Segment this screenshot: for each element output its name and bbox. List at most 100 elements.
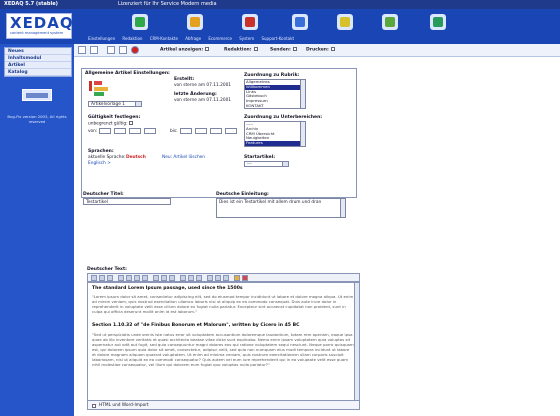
- sidebar-item-artikel[interactable]: Artikel: [5, 62, 71, 69]
- module-icon-bar: [112, 14, 552, 32]
- englisch-link[interactable]: Englisch >: [88, 161, 111, 166]
- new-icon[interactable]: [78, 46, 86, 54]
- senden-checkbox[interactable]: [292, 47, 297, 51]
- template-select[interactable]: Artikelvorlage 1: [88, 101, 142, 107]
- align-left-icon[interactable]: [180, 275, 186, 281]
- sidebar-item-inhaltsmodul[interactable]: Inhaltsmodul: [5, 55, 71, 62]
- editor-content[interactable]: The standard Lorem Ipsum passage, used s…: [87, 282, 360, 410]
- module-nav-item[interactable]: System: [239, 36, 254, 41]
- module-nav-item[interactable]: Ecommerce: [208, 36, 232, 41]
- delete-icon[interactable]: [131, 46, 139, 54]
- module-nav-item[interactable]: Redaktion: [122, 36, 142, 41]
- bis-day-input[interactable]: [180, 128, 192, 134]
- einleitung-scrollbar[interactable]: [340, 199, 345, 217]
- unbegrenzt-label: unbegrenzt gültig:: [88, 121, 133, 127]
- image-icon[interactable]: [134, 275, 140, 281]
- editor-paragraph-2: "Sed ut perspiciatis unde omnis iste nat…: [92, 332, 354, 367]
- artikel-anzeigen-checkbox[interactable]: [205, 47, 210, 51]
- aenderung-label: letzte Änderung:: [174, 92, 217, 97]
- abfrage-icon[interactable]: [292, 14, 308, 30]
- open-icon[interactable]: [90, 46, 98, 54]
- redo-icon[interactable]: [126, 275, 132, 281]
- module-nav-item[interactable]: Support-Kontakt: [261, 36, 294, 41]
- editor-heading-2: Section 1.10.32 of "de Finibus Bonorum e…: [92, 323, 300, 328]
- einstellungen-icon[interactable]: [132, 14, 148, 30]
- align-right-icon[interactable]: [196, 275, 202, 281]
- text-color-icon[interactable]: [234, 275, 240, 281]
- main-content: Artikel anzeigen: Redaktion: Senden: Dru…: [74, 44, 560, 416]
- copy-icon[interactable]: [119, 46, 127, 54]
- unbegrenzt-checkbox[interactable]: [128, 121, 133, 125]
- startartikel-select[interactable]: ---: [244, 161, 289, 167]
- bis-time-input[interactable]: [225, 128, 237, 134]
- gueltigkeit-label: Gültigkeit festlegen:: [88, 115, 141, 120]
- table-icon[interactable]: [142, 275, 148, 281]
- unterbereich-option-selected[interactable]: Features: [245, 140, 305, 146]
- copy-icon[interactable]: [99, 275, 105, 281]
- underline-icon[interactable]: [169, 275, 175, 281]
- sidebar-nav: Neues Inhaltsmodul Artikel Katalog: [4, 47, 72, 77]
- deutscher-titel-input[interactable]: Testartikel: [83, 198, 171, 205]
- von-year-input[interactable]: [129, 128, 141, 134]
- module-nav-item[interactable]: Einstellungen: [88, 36, 115, 41]
- sidebar-item-neues[interactable]: Neues: [5, 48, 71, 55]
- sidebar: Neues Inhaltsmodul Artikel Katalog Bug-F…: [0, 44, 74, 416]
- html-import-checkbox[interactable]: [92, 403, 96, 408]
- template-preview-icon: [89, 81, 92, 91]
- rubrik-option[interactable]: KONTAKT: [245, 103, 305, 109]
- ordered-list-icon[interactable]: [207, 275, 213, 281]
- editor-paragraph-1: "Lorem ipsum dolor sit amet, consectetur…: [92, 294, 354, 314]
- logo-subtitle: content management system: [10, 31, 64, 35]
- rubrik-listbox[interactable]: Allgemeines Willkommen Links Gästebuch I…: [244, 79, 306, 109]
- copyright-text: Bug-Fix version 2003, All rights reserve…: [7, 114, 67, 124]
- editor-footer: HTML und Word-Import: [88, 400, 359, 409]
- unterbereiche-listbox[interactable]: ----- Archiv CRM Übersicht Neuigkeiten F…: [244, 121, 306, 147]
- deutsche-einleitung-label: Deutsche Einleitung:: [216, 192, 269, 197]
- license-label: Lizenziert für Ihr Service Modern media: [118, 1, 217, 7]
- aenderung-value: von sterne am 07.11.2001: [174, 98, 232, 103]
- bis-month-input[interactable]: [195, 128, 207, 134]
- drucken-checkbox[interactable]: [330, 47, 335, 51]
- save-icon[interactable]: [107, 46, 115, 54]
- deutscher-titel-value: Testartikel: [86, 199, 108, 205]
- system-icon[interactable]: [382, 14, 398, 30]
- startartikel-label: Startartikel:: [244, 155, 276, 160]
- module-nav: Einstellungen Redaktion CRM-Kontakte Abf…: [88, 36, 558, 42]
- template-preview-bar: [94, 87, 108, 91]
- deutsche-einleitung-value: Dies ist ein Testartikel mit allem drum …: [219, 200, 322, 205]
- highlight-icon[interactable]: [242, 275, 248, 281]
- unterbereiche-scrollbar[interactable]: [300, 122, 305, 146]
- von-time-input[interactable]: [144, 128, 156, 134]
- settings-panel: Allgemeine Artikel Einstellungen: Artike…: [81, 68, 357, 198]
- undo-icon[interactable]: [118, 275, 124, 281]
- bis-year-input[interactable]: [210, 128, 222, 134]
- unordered-list-icon[interactable]: [215, 275, 221, 281]
- toolbar: Artikel anzeigen: Redaktion: Senden: Dru…: [74, 44, 560, 57]
- erstellt-value: von sterne am 07.11.2001: [174, 83, 232, 88]
- module-nav-item[interactable]: Abfrage: [185, 36, 201, 41]
- paste-icon[interactable]: [107, 275, 113, 281]
- deutsche-einleitung-textarea[interactable]: Dies ist ein Testartikel mit allem drum …: [216, 198, 346, 218]
- sidebar-item-katalog[interactable]: Katalog: [5, 69, 71, 76]
- crm-icon[interactable]: [242, 14, 258, 30]
- senden-label: Senden:: [270, 47, 297, 53]
- redaktion-icon[interactable]: [187, 14, 203, 30]
- rubrik-scrollbar[interactable]: [300, 80, 305, 108]
- neu-loeschen-link[interactable]: Neu: Artikel löschen: [162, 155, 205, 160]
- redaktion-checkbox[interactable]: [253, 47, 258, 51]
- editor-heading-1: The standard Lorem Ipsum passage, used s…: [92, 286, 243, 291]
- sidebar-badge-icon: [22, 89, 52, 101]
- deutscher-text-label: Deutscher Text:: [87, 267, 127, 272]
- editor-scrollbar[interactable]: [354, 283, 359, 402]
- von-day-input[interactable]: [99, 128, 111, 134]
- bold-icon[interactable]: [153, 275, 159, 281]
- module-nav-item[interactable]: CRM-Kontakte: [150, 36, 178, 41]
- drucken-label: Drucken:: [306, 47, 335, 53]
- italic-icon[interactable]: [161, 275, 167, 281]
- align-center-icon[interactable]: [188, 275, 194, 281]
- ecommerce-icon[interactable]: [337, 14, 353, 30]
- cut-icon[interactable]: [91, 275, 97, 281]
- support-icon[interactable]: [430, 14, 446, 30]
- indent-icon[interactable]: [223, 275, 229, 281]
- von-month-input[interactable]: [114, 128, 126, 134]
